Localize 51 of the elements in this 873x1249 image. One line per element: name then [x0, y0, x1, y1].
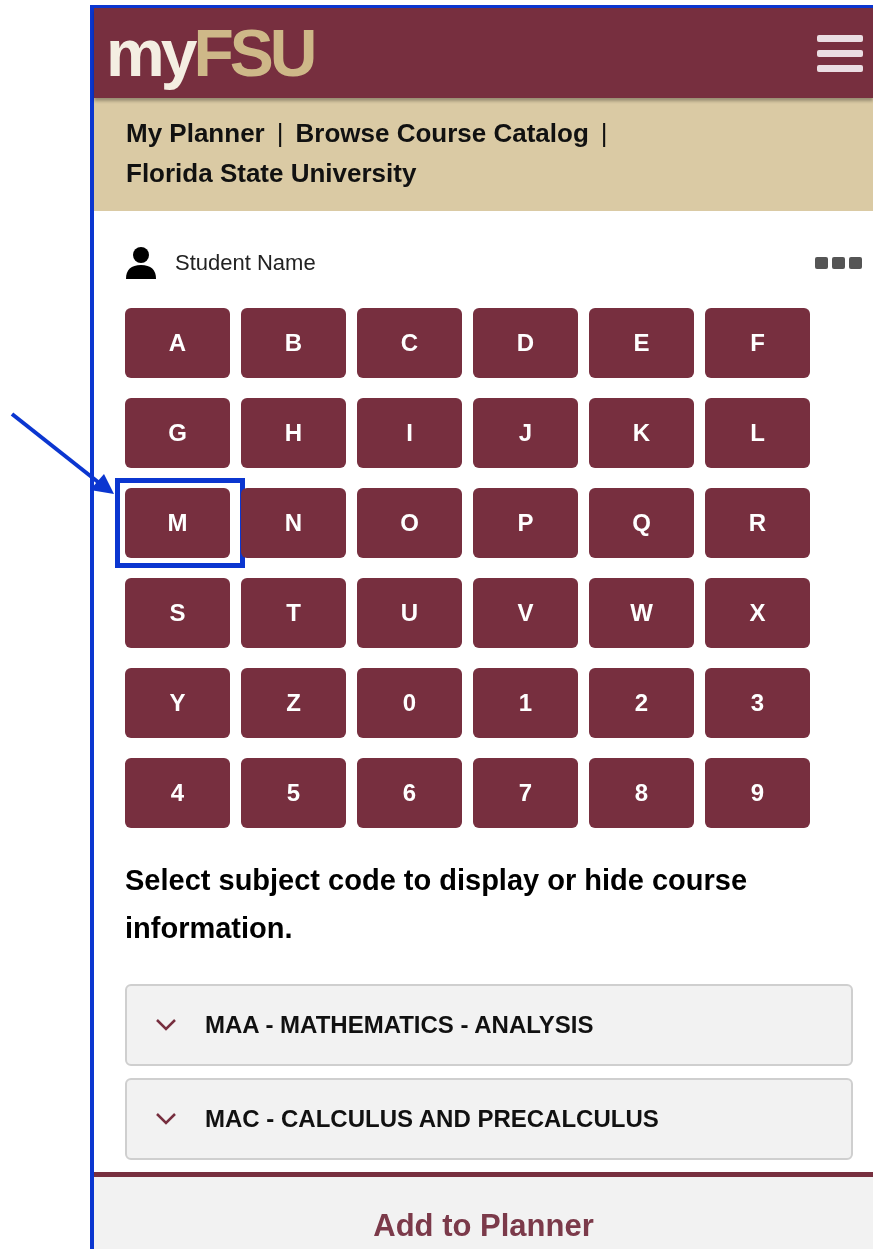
- subject-letter-button[interactable]: G: [125, 397, 230, 468]
- subject-accordion[interactable]: MAA - MATHEMATICS - ANALYSIS: [125, 983, 853, 1066]
- separator: |: [276, 116, 284, 150]
- subject-letter-button[interactable]: F: [705, 307, 810, 378]
- breadcrumb-link[interactable]: My Planner: [126, 115, 265, 150]
- user-icon: [125, 245, 157, 280]
- user-name: Student Name: [175, 249, 316, 277]
- subject-letter-button[interactable]: 0: [357, 667, 462, 738]
- subject-letter-button[interactable]: 7: [473, 757, 578, 828]
- subject-letter-button[interactable]: N: [241, 487, 346, 558]
- breadcrumb-link[interactable]: Florida State University: [126, 155, 417, 190]
- subject-letter-button[interactable]: 6: [357, 757, 462, 828]
- subject-letter-button[interactable]: V: [473, 577, 578, 648]
- subject-letter-button[interactable]: P: [473, 487, 578, 558]
- instruction-text: Select subject code to display or hide course information.: [124, 862, 749, 946]
- subject-letter-button[interactable]: O: [357, 487, 462, 558]
- subject-letter-button[interactable]: K: [589, 397, 694, 468]
- subject-letter-button[interactable]: I: [357, 397, 462, 468]
- subject-letter-button[interactable]: B: [241, 307, 346, 378]
- subject-letter-button[interactable]: 4: [125, 757, 230, 828]
- separator: |: [600, 116, 608, 150]
- subject-letter-button[interactable]: Y: [125, 667, 230, 738]
- subject-letter-button[interactable]: M: [125, 487, 230, 558]
- subject-letter-button[interactable]: 2: [589, 667, 694, 738]
- subject-letter-button[interactable]: X: [705, 577, 810, 648]
- subject-accordion[interactable]: MAC - CALCULUS AND PRECALCULUS: [125, 1077, 853, 1160]
- subject-letter-button[interactable]: Z: [241, 667, 346, 738]
- subject-letter-button[interactable]: 5: [241, 757, 346, 828]
- menu-icon[interactable]: [817, 32, 863, 73]
- breadcrumb-link[interactable]: Browse Course Catalog: [295, 115, 589, 150]
- subject-letter-button[interactable]: S: [125, 577, 230, 648]
- chevron-icon: [155, 1017, 177, 1032]
- subject-letter-button[interactable]: 3: [705, 667, 810, 738]
- subject-letter-button[interactable]: Q: [589, 487, 694, 558]
- subject-letter-button[interactable]: 9: [705, 757, 810, 828]
- subject-letter-button[interactable]: H: [241, 397, 346, 468]
- more-icon[interactable]: [815, 255, 863, 270]
- subject-letter-button[interactable]: D: [473, 307, 578, 378]
- subject-letter-button[interactable]: L: [705, 397, 810, 468]
- subject-letter-button[interactable]: J: [473, 397, 578, 468]
- subject-letter-button[interactable]: 1: [473, 667, 578, 738]
- subject-letter-button[interactable]: R: [705, 487, 810, 558]
- subject-letter-button[interactable]: 8: [589, 757, 694, 828]
- subject-letter-button[interactable]: T: [241, 577, 346, 648]
- subject-letter-button[interactable]: U: [357, 577, 462, 648]
- subject-letter-button[interactable]: E: [589, 307, 694, 378]
- subject-letter-button[interactable]: A: [125, 307, 230, 378]
- subject-letter-button[interactable]: C: [357, 307, 462, 378]
- chevron-icon: [155, 1111, 177, 1126]
- add-to-planner-button[interactable]: Add to Planner: [94, 1171, 873, 1249]
- subject-letter-button[interactable]: W: [589, 577, 694, 648]
